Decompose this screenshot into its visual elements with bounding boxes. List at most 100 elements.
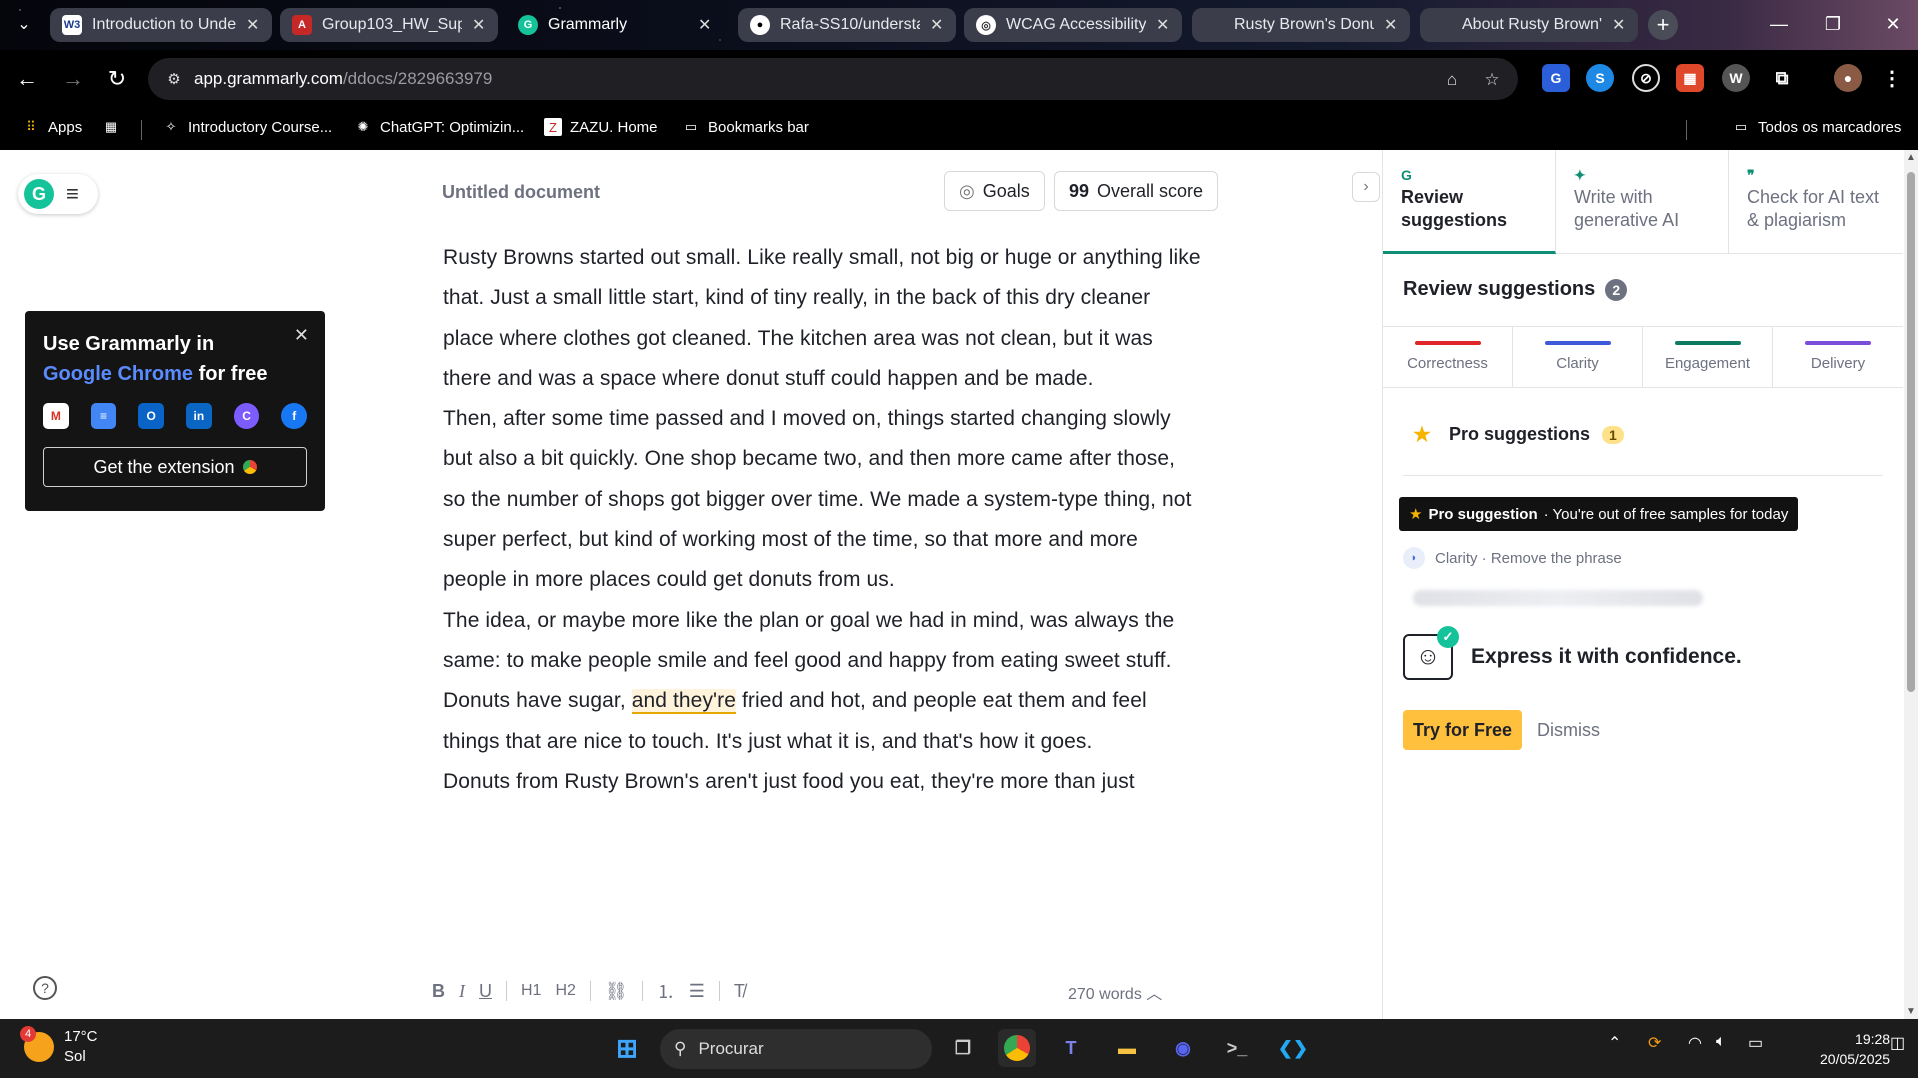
tab-ai-plagiarism[interactable]: ❞ Check for AI text & plagiarism <box>1729 150 1902 254</box>
browser-toolbar: ← → ↻ ⚙ app.grammarly.com/ddocs/28296639… <box>0 50 1918 108</box>
browser-tab[interactable]: ● Rafa-SS10/understa ✕ <box>738 8 956 42</box>
hamburger-menu-icon[interactable]: ≡ <box>66 181 79 207</box>
terminal-icon[interactable]: >_ <box>1218 1029 1256 1067</box>
check-icon: ✓ <box>1437 626 1459 648</box>
tab-close-icon[interactable]: ✕ <box>472 15 486 35</box>
document-title[interactable]: Untitled document <box>442 182 600 203</box>
browser-tab[interactable]: ◎ WCAG Accessibility ✕ <box>964 8 1182 42</box>
tab-close-icon[interactable]: ✕ <box>1384 15 1398 35</box>
shazam-extension-icon[interactable]: S <box>1586 64 1614 92</box>
restore-icon[interactable]: ❐ <box>1808 0 1858 48</box>
file-explorer-icon[interactable]: ▬ <box>1108 1029 1146 1067</box>
category-correctness[interactable]: Correctness <box>1383 327 1513 387</box>
close-icon[interactable]: ✕ <box>294 325 309 346</box>
tab-search-menu-icon[interactable]: ⌄ <box>10 10 38 38</box>
get-extension-button[interactable]: Get the extension <box>43 447 307 487</box>
category-engagement[interactable]: Engagement <box>1643 327 1773 387</box>
sync-icon[interactable]: ⟳ <box>1648 1033 1661 1053</box>
bookmark-item[interactable]: ✧ Introductory Course... <box>162 118 333 136</box>
overall-score-button[interactable]: 99 Overall score <box>1054 171 1219 211</box>
apps-bookmark[interactable]: ⠿ Apps <box>22 118 82 136</box>
browser-tab[interactable]: About Rusty Brown's ✕ <box>1420 8 1638 42</box>
new-tab-button[interactable]: + <box>1648 10 1678 40</box>
goals-button[interactable]: ◎ Goals <box>944 171 1045 211</box>
chrome-icon <box>242 460 257 474</box>
highlighted-suggestion[interactable]: and they're <box>631 689 737 715</box>
word-count[interactable]: 270 words ︿ <box>1068 980 1162 1004</box>
tab-close-icon[interactable]: ✕ <box>1156 15 1170 35</box>
scrollbar-thumb[interactable] <box>1907 172 1915 692</box>
translate-extension-icon[interactable]: G <box>1542 64 1570 92</box>
scroll-up-icon[interactable]: ▲ <box>1906 152 1916 163</box>
site-info-icon[interactable]: ⚙ <box>154 70 194 88</box>
italic-icon[interactable]: I <box>459 981 465 1002</box>
sidebar-scrollbar[interactable]: ▲ ▼ <box>1904 150 1918 1019</box>
facebook-icon: f <box>281 403 308 429</box>
profile-avatar[interactable]: ● <box>1834 64 1862 92</box>
translate-icon[interactable]: ⌂ <box>1440 68 1464 92</box>
category-clarity[interactable]: Clarity <box>1513 327 1643 387</box>
more-menu-icon[interactable]: ⋮ <box>1878 64 1906 92</box>
sidebar-toggle-chevron-icon[interactable]: › <box>1352 172 1380 202</box>
tab-close-icon[interactable]: ✕ <box>1612 15 1626 35</box>
browser-tab[interactable]: W3 Introduction to Unde ✕ <box>50 8 272 42</box>
tab-close-icon[interactable]: ✕ <box>246 15 260 35</box>
taskbar-search[interactable]: ⚲ Procurar <box>660 1029 932 1069</box>
numbered-list-icon[interactable]: ⒈ <box>657 978 675 1004</box>
tab-close-icon[interactable]: ✕ <box>698 15 712 35</box>
heading-2-icon[interactable]: H2 <box>555 982 575 1000</box>
reload-icon[interactable]: ↻ <box>102 64 132 94</box>
battery-icon[interactable]: ▭ <box>1748 1033 1763 1053</box>
forward-arrow-icon[interactable]: → <box>58 64 88 94</box>
tab-close-icon[interactable]: ✕ <box>930 15 944 35</box>
tray-chevron-up-icon[interactable]: ⌃ <box>1608 1033 1621 1053</box>
category-delivery[interactable]: Delivery <box>1773 327 1903 387</box>
underline-icon[interactable]: U <box>479 981 492 1002</box>
back-arrow-icon[interactable]: ← <box>12 64 42 94</box>
url-text[interactable]: app.grammarly.com/ddocs/2829663979 <box>194 69 492 89</box>
wifi-icon[interactable]: ◠ <box>1688 1033 1702 1053</box>
address-bar[interactable]: ⚙ app.grammarly.com/ddocs/2829663979 ⌂ ☆ <box>148 58 1518 100</box>
task-view-icon[interactable]: ❐ <box>944 1029 982 1067</box>
bookmark-star-icon[interactable]: ☆ <box>1480 68 1504 92</box>
bookmark-item[interactable]: ✺ ChatGPT: Optimizin... <box>354 118 525 136</box>
scroll-down-icon[interactable]: ▼ <box>1906 1006 1916 1017</box>
link-icon[interactable]: ⛓ <box>605 981 628 1002</box>
pro-suggestions-header[interactable]: ★ Pro suggestions 1 <box>1413 422 1624 447</box>
weather-widget[interactable]: 4 17°C Sol <box>20 1026 98 1067</box>
bookmark-folder[interactable]: ▭ Bookmarks bar <box>682 118 809 136</box>
grammarly-menu[interactable]: G ≡ <box>18 174 98 214</box>
clock[interactable]: 19:28 20/05/2025 <box>1820 1029 1890 1069</box>
discord-icon[interactable]: ◉ <box>1164 1029 1202 1067</box>
bold-icon[interactable]: B <box>432 981 445 1002</box>
help-icon[interactable]: ? <box>33 976 57 1000</box>
browser-tab[interactable]: A Group103_HW_Supp ✕ <box>280 8 498 42</box>
chrome-taskbar-icon[interactable] <box>998 1029 1036 1067</box>
minimize-icon[interactable]: — <box>1754 0 1804 48</box>
grammarly-g-icon: G <box>1401 167 1412 183</box>
vscode-icon[interactable]: ❮❯ <box>1274 1029 1312 1067</box>
all-bookmarks-folder[interactable]: ▭ Todos os marcadores <box>1732 118 1902 136</box>
tab-generative-ai[interactable]: ✦ Write with generative AI <box>1556 150 1729 254</box>
bulleted-list-icon[interactable]: ☰ <box>689 981 705 1002</box>
teams-icon[interactable]: T <box>1052 1029 1090 1067</box>
ad-block-extension-icon[interactable]: ▦ <box>1676 64 1704 92</box>
clear-formatting-icon[interactable]: T̸ <box>734 981 745 1002</box>
heading-1-icon[interactable]: H1 <box>521 982 541 1000</box>
close-window-icon[interactable]: ✕ <box>1868 0 1918 48</box>
tab-groups-bookmark[interactable]: ▦ <box>102 118 120 136</box>
notifications-icon[interactable]: ◫ <box>1890 1033 1905 1053</box>
extensions-puzzle-icon[interactable]: ⧉ <box>1768 64 1796 92</box>
bookmark-item[interactable]: Z ZAZU. Home <box>544 118 658 136</box>
volume-icon[interactable]: 🔈︎ <box>1716 1033 1726 1051</box>
wordtune-extension-icon[interactable]: W <box>1722 64 1750 92</box>
browser-tab-active[interactable]: G Grammarly ✕ <box>506 8 724 42</box>
document-editor[interactable]: Rusty Browns started out small. Like rea… <box>443 238 1203 878</box>
try-for-free-button[interactable]: Try for Free <box>1403 710 1523 750</box>
clarity-suggestion[interactable]: ◗ Clarity · Remove the phrase <box>1403 547 1622 569</box>
windows-start-icon[interactable]: ⊞ <box>608 1029 646 1067</box>
compass-extension-icon[interactable]: ⊘ <box>1632 64 1660 92</box>
browser-tab[interactable]: Rusty Brown's Donut ✕ <box>1192 8 1410 42</box>
dismiss-button[interactable]: Dismiss <box>1537 720 1600 741</box>
tab-review-suggestions[interactable]: G Review suggestions <box>1383 150 1556 254</box>
